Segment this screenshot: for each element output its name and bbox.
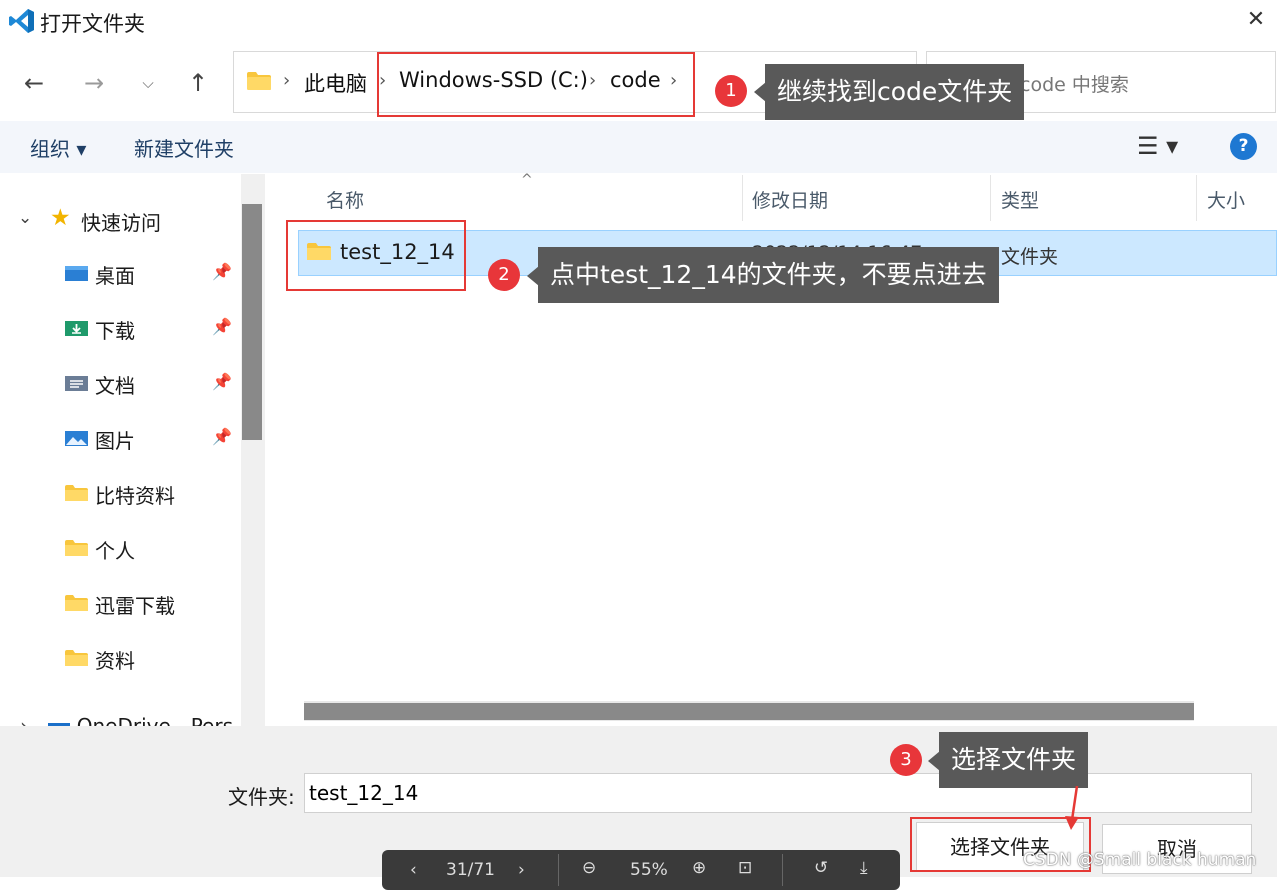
sidebar-item-folder[interactable]: 个人: [64, 531, 234, 571]
folder-field-label: 文件夹:: [228, 785, 295, 809]
back-arrow-icon[interactable]: ←: [14, 63, 54, 103]
sidebar-item-label: 桌面: [95, 264, 135, 288]
document-icon: [65, 376, 88, 391]
folder-icon: [247, 72, 271, 90]
sidebar-item-folder[interactable]: 迅雷下载: [64, 586, 234, 626]
folder-icon: [65, 595, 88, 611]
rotate-icon[interactable]: ↺: [814, 858, 828, 878]
annotation-callout: 选择文件夹: [939, 732, 1089, 788]
column-divider[interactable]: [1196, 175, 1197, 221]
breadcrumb-this-pc[interactable]: 此电脑: [304, 68, 367, 98]
help-icon[interactable]: ?: [1230, 133, 1257, 160]
sidebar-item-folder[interactable]: 资料: [64, 641, 234, 681]
folder-icon: [65, 650, 88, 666]
sidebar-item-label: 个人: [95, 539, 135, 563]
sidebar-item-desktop[interactable]: 桌面 📌: [64, 256, 234, 296]
sidebar-item-pictures[interactable]: 图片 📌: [64, 421, 234, 461]
title-bar: [0, 0, 1277, 42]
desktop-icon: [65, 266, 88, 281]
organize-button[interactable]: 组织 ▾: [30, 133, 86, 162]
annotation-callout: 点中test_12_14的文件夹，不要点进去: [538, 247, 999, 303]
annotation-highlight-box: [377, 52, 695, 117]
sidebar-item-documents[interactable]: 文档 📌: [64, 366, 234, 406]
sidebar-item-label: OneDrive - Pers: [76, 714, 233, 726]
up-arrow-icon[interactable]: ↑: [178, 63, 218, 103]
window-title: 打开文件夹: [40, 12, 145, 36]
picture-icon: [65, 431, 88, 446]
sidebar-item-folder[interactable]: 比特资料: [64, 476, 234, 516]
annotation-highlight-box: [286, 220, 466, 291]
forward-arrow-icon[interactable]: →: [74, 63, 114, 103]
zoom-level: 55%: [630, 860, 668, 880]
sort-ascending-icon: ^: [521, 172, 533, 188]
pin-icon: 📌: [212, 317, 232, 336]
sidebar-scrollbar-thumb[interactable]: [242, 204, 262, 440]
new-folder-button[interactable]: 新建文件夹: [134, 133, 234, 162]
annotation-callout: 继续找到code文件夹: [765, 64, 1025, 120]
file-type: 文件夹: [1001, 246, 1059, 268]
previous-page-icon[interactable]: ‹: [410, 860, 417, 880]
download-icon: [65, 321, 88, 336]
next-page-icon[interactable]: ›: [518, 860, 525, 880]
column-header-type[interactable]: 类型: [1001, 186, 1039, 213]
close-button[interactable]: ✕: [1240, 5, 1272, 35]
zoom-out-icon[interactable]: ⊖: [582, 858, 596, 878]
sidebar-item-label: 比特资料: [95, 484, 175, 508]
breadcrumb-separator[interactable]: ›: [283, 70, 290, 91]
expand-chevron-icon[interactable]: ⌄: [18, 208, 32, 228]
sidebar-item-downloads[interactable]: 下载 📌: [64, 311, 234, 351]
column-divider[interactable]: [990, 175, 991, 221]
annotation-step-badge: 2: [488, 259, 520, 291]
sidebar-item-onedrive[interactable]: › OneDrive - Pers: [20, 714, 235, 726]
sidebar-item-label: 文档: [95, 374, 135, 398]
column-header-date[interactable]: 修改日期: [752, 186, 828, 213]
sidebar-item-label: 下载: [95, 319, 135, 343]
pin-icon: 📌: [212, 262, 232, 281]
quick-access-label[interactable]: 快速访问: [81, 207, 161, 236]
folder-name-input[interactable]: [304, 773, 1252, 813]
image-viewer-toolbar: ‹ 31/71 › ⊖ 55% ⊕ ⊡ ↺ ⤓: [382, 850, 900, 890]
folder-icon: [65, 485, 88, 501]
annotation-arrow-icon: [1065, 786, 1079, 830]
zoom-in-icon[interactable]: ⊕: [692, 858, 706, 878]
recent-locations-chevron-icon[interactable]: ⌵: [128, 63, 168, 103]
column-divider[interactable]: [742, 175, 743, 221]
watermark-text: CSDN @Small black human: [1023, 850, 1257, 870]
toolbar-divider: [782, 854, 783, 886]
star-icon: ★: [50, 205, 71, 231]
expand-chevron-icon[interactable]: ›: [20, 714, 28, 726]
page-indicator: 31/71: [446, 860, 495, 880]
view-options-icon[interactable]: ☰ ▾: [1137, 132, 1178, 160]
sidebar-item-label: 图片: [95, 429, 135, 453]
sidebar-item-label: 迅雷下载: [95, 594, 175, 618]
annotation-step-badge: 1: [715, 75, 747, 107]
download-icon[interactable]: ⤓: [860, 858, 868, 878]
sidebar-item-label: 资料: [95, 649, 135, 673]
annotation-step-badge: 3: [890, 744, 922, 776]
column-header-name[interactable]: 名称: [326, 186, 364, 213]
toolbar-divider: [558, 854, 559, 886]
pin-icon: 📌: [212, 427, 232, 446]
fit-screen-icon[interactable]: ⊡: [738, 858, 752, 878]
horizontal-scrollbar-thumb[interactable]: [304, 703, 1194, 720]
column-header-size[interactable]: 大小: [1207, 186, 1245, 213]
vscode-logo-icon: [9, 9, 34, 33]
folder-icon: [65, 540, 88, 556]
pin-icon: 📌: [212, 372, 232, 391]
